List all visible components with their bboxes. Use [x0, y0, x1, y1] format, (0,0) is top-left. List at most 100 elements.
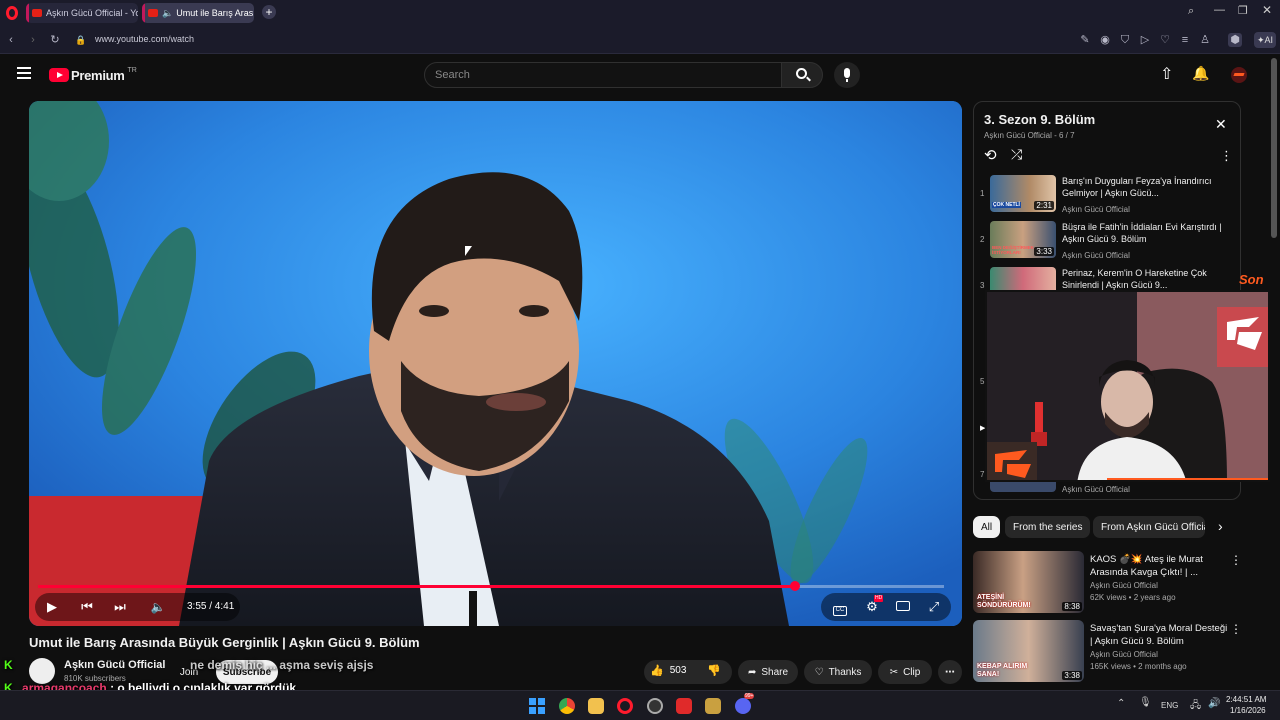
chip-from-channel[interactable]: From Aşkın Gücü Official	[1093, 516, 1205, 538]
recommendation-meta: 62K views • 2 years ago	[1090, 593, 1176, 602]
duration-badge: 3:33	[1034, 247, 1054, 256]
forward-arrow-icon[interactable]: ›	[26, 33, 40, 47]
notifications-bell-icon[interactable]: 🔔	[1192, 65, 1209, 82]
notification-badge: 99+	[744, 693, 755, 699]
playlist-item[interactable]: 1 ÇOK NETLİ 2:31 Barış'ın Duyguları Feyz…	[974, 173, 1240, 219]
thanks-heart-icon: ♡	[814, 666, 824, 678]
back-arrow-icon[interactable]: ‹	[4, 33, 18, 47]
loop-icon[interactable]: ⟲	[984, 146, 997, 164]
tray-chevron-up-icon[interactable]: ⌃	[1117, 698, 1125, 709]
playlist-channel[interactable]: Aşkın Gücü Official	[984, 131, 1052, 140]
play-icon[interactable]: ▷	[1138, 33, 1152, 47]
playlist-item[interactable]: 2 BEN DEĞİŞTİRMEK İSTİYORLAR! 3:33 Büşra…	[974, 219, 1240, 265]
chrome-icon[interactable]	[559, 698, 575, 714]
app-red-icon[interactable]	[676, 698, 692, 714]
search-button[interactable]	[781, 62, 823, 88]
shuffle-icon[interactable]: ⤮	[1011, 146, 1022, 163]
theater-mode-icon[interactable]	[894, 595, 912, 619]
app-gold-icon[interactable]	[705, 698, 721, 714]
chip-from-series[interactable]: From the series	[1005, 516, 1091, 538]
upload-icon[interactable]: ⇧	[1160, 64, 1173, 84]
tab-channel[interactable]: Aşkın Gücü Official - YouTube	[26, 3, 138, 23]
video-title: Umut ile Barış Arasında Büyük Gerginlik …	[29, 635, 420, 650]
playlist-position: - 6 / 7	[1054, 131, 1075, 140]
opera-icon[interactable]	[617, 698, 633, 714]
voice-search-button[interactable]	[834, 62, 860, 88]
playlist-item-index: 7	[980, 470, 985, 479]
clip-button[interactable]: ✂ Clip	[878, 660, 932, 684]
search-input[interactable]: Search	[424, 62, 782, 88]
avatar[interactable]	[1231, 67, 1247, 83]
play-button[interactable]: ▶	[41, 595, 63, 619]
camera-icon[interactable]: ◉	[1098, 33, 1112, 47]
next-button[interactable]: ⏭	[109, 595, 131, 619]
video-player[interactable]: ▶ ⏮ ⏭ 🔈 3:55 / 4:41 CC ⚙ HD ⤢	[29, 101, 962, 626]
scrollbar-thumb[interactable]	[1271, 58, 1277, 238]
dislike-button[interactable]: 👎	[707, 664, 721, 677]
recommendation-item[interactable]: ATEŞİNİ SÖNDÜRÜRÜM! 8:38 KAOS 💣💥 Ateş il…	[973, 551, 1243, 615]
close-icon[interactable]: ✕	[1215, 116, 1227, 133]
opera-logo-icon[interactable]	[6, 6, 18, 20]
extension-icon[interactable]: ⬢	[1228, 33, 1242, 47]
youtube-header: Premium TR Search ⇧ 🔔	[0, 54, 1268, 96]
playlist-item-title: Barış'ın Duyguları Feyza'ya İnandırıcı G…	[1062, 176, 1212, 198]
volume-icon[interactable]: 🔈	[149, 595, 167, 619]
hamburger-menu-icon[interactable]	[17, 67, 31, 79]
shield-icon[interactable]: ⛉	[1118, 33, 1132, 47]
menu-lines-icon[interactable]: ≡	[1178, 33, 1192, 47]
reload-icon[interactable]: ↻	[48, 33, 62, 47]
playlist-item-index: 5	[980, 377, 985, 386]
youtube-logo[interactable]: Premium TR	[49, 67, 137, 83]
clock-time[interactable]: 2:44:51 AM	[1226, 695, 1266, 704]
youtube-favicon-icon	[148, 9, 158, 17]
microphone-tray-icon[interactable]: 🎙	[1139, 697, 1152, 708]
volume-tray-icon[interactable]: 🔊	[1208, 698, 1220, 709]
time-display: 3:55 / 4:41	[187, 601, 235, 612]
fullscreen-icon[interactable]: ⤢	[925, 595, 943, 619]
more-vertical-icon[interactable]: ⋮	[1230, 553, 1242, 567]
settings-gear-icon[interactable]: ⚙ HD	[862, 595, 884, 619]
tab-video[interactable]: 🔈 Umut ile Barış Arasında	[142, 3, 254, 23]
share-button[interactable]: ➦ Share	[738, 660, 798, 684]
tab-stripe	[26, 3, 29, 23]
playlist-title[interactable]: 3. Sezon 9. Bölüm	[984, 112, 1095, 127]
ai-button[interactable]: ✦AI	[1254, 32, 1277, 48]
logo-region: TR	[127, 66, 137, 74]
previous-button[interactable]: ⏮	[76, 595, 98, 619]
profile-icon[interactable]: ♙	[1198, 33, 1212, 47]
microphone-icon	[844, 68, 850, 78]
clock-date[interactable]: 1/16/2026	[1230, 706, 1266, 715]
chevron-right-icon[interactable]: ›	[1218, 518, 1223, 534]
like-button[interactable]: 👍 503	[650, 664, 686, 677]
more-actions-button[interactable]: ⋯	[938, 660, 962, 684]
minimize-icon[interactable]: —	[1214, 4, 1225, 16]
discord-icon[interactable]: 99+	[735, 693, 755, 714]
recommendation-item[interactable]: KEBAP ALIRIM SANA! 3:38 Savaş'tan Şura'y…	[973, 620, 1243, 684]
obs-icon[interactable]	[647, 698, 663, 714]
thumbnail-caption: ATEŞİNİ SÖNDÜRÜRÜM!	[977, 594, 1031, 609]
thumbnail-caption: ÇOK NETLİ	[992, 202, 1021, 208]
restore-icon[interactable]: ❐	[1238, 4, 1248, 17]
network-icon[interactable]: 🖧	[1190, 698, 1201, 715]
url-field[interactable]: www.youtube.com/watch	[95, 34, 194, 44]
windows-taskbar: 99+ ⌃ 🎙 ENG 🖧 🔊 2:44:51 AM 1/16/2026	[0, 690, 1280, 720]
file-explorer-icon[interactable]	[588, 698, 604, 714]
edit-icon[interactable]: ✎	[1078, 33, 1092, 47]
captions-icon[interactable]: CC	[831, 595, 849, 619]
more-vertical-icon[interactable]: ⋮	[1230, 622, 1242, 636]
new-tab-plus-icon[interactable]: +	[262, 5, 276, 19]
chip-all[interactable]: All	[973, 516, 1001, 538]
thanks-button[interactable]: ♡ Thanks	[804, 660, 872, 684]
close-window-icon[interactable]: ✕	[1262, 3, 1272, 17]
heart-icon[interactable]: ♡	[1158, 33, 1172, 47]
more-vertical-icon[interactable]: ⋮	[1220, 148, 1233, 164]
duration-badge: 3:38	[1062, 671, 1082, 680]
progress-bar[interactable]	[38, 581, 944, 591]
search-tabs-icon[interactable]: ⌕	[1188, 5, 1194, 18]
recommendation-meta: 165K views • 2 months ago	[1090, 662, 1187, 671]
windows-start-icon[interactable]	[529, 698, 545, 714]
webcam-feed	[987, 292, 1268, 480]
recommendation-channel: Aşkın Gücü Official	[1090, 581, 1158, 590]
language-indicator[interactable]: ENG	[1161, 701, 1178, 710]
playlist-item-channel: Aşkın Gücü Official	[1062, 485, 1130, 494]
